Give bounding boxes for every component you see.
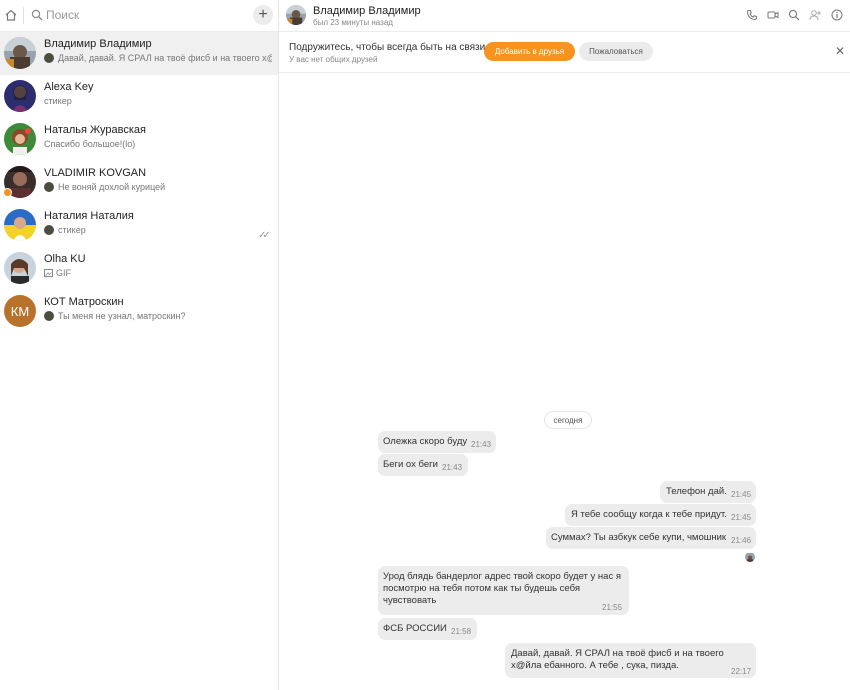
message-time: 21:46 — [731, 536, 752, 545]
chat-preview: стикер — [44, 96, 272, 106]
message-time: 21:45 — [731, 513, 752, 522]
conversation-panel: Владимир Владимир был 23 минуты назад По… — [279, 0, 850, 690]
search-input[interactable] — [46, 6, 236, 24]
avatar: КМ — [4, 295, 36, 327]
conversation-header: Владимир Владимир был 23 минуты назад — [279, 0, 850, 31]
new-chat-button[interactable]: + — [253, 5, 273, 25]
message-text: Беги ох беги — [383, 459, 438, 470]
message-list: сегодня Олежка скоро буду 21:43 Беги ох … — [279, 72, 850, 690]
info-icon[interactable] — [831, 9, 843, 21]
message-time: 21:58 — [451, 627, 472, 636]
seen-avatar — [745, 552, 755, 562]
chat-preview-text: стикер — [44, 96, 72, 106]
message-text: Я тебе сообщу когда к тебе придут. — [571, 509, 727, 520]
banner-title: Подружитесь, чтобы всегда быть на связи — [289, 42, 486, 53]
chat-name: Наталья Журавская — [44, 124, 147, 136]
chat-preview-text: GIF — [56, 268, 71, 278]
chat-preview-text: Спасибо большое!(lo) — [44, 139, 136, 149]
sender-avatar — [44, 311, 54, 321]
online-indicator — [3, 188, 12, 197]
message-bubble[interactable]: Олежка скоро буду 21:43 — [378, 431, 496, 453]
chat-item[interactable]: Наталия Наталия стикер ✓✓ — [0, 204, 278, 247]
message-bubble[interactable]: Беги ох беги 21:43 — [378, 454, 468, 476]
message-text: Суммах? Ты азбкук себе купи, чмошник — [551, 532, 727, 543]
divider — [23, 7, 24, 24]
message-bubble[interactable]: Суммах? Ты азбкук себе купи, чмошник 21:… — [546, 527, 756, 549]
chat-list-sidebar: + Владимир Владимир Давай, давай. Я СРАЛ… — [0, 0, 279, 690]
message-text: Олежка скоро буду — [383, 436, 468, 447]
chat-preview-text: Ты меня не узнал, матроскин? — [58, 311, 186, 321]
message-bubble[interactable]: Я тебе сообщу когда к тебе придут. 21:45 — [565, 504, 756, 526]
chat-name: Наталия Наталия — [44, 210, 134, 222]
avatar — [4, 252, 36, 284]
chat-preview: стикер — [44, 225, 272, 235]
chat-preview: Спасибо большое!(lo) — [44, 139, 272, 149]
chat-preview: Давай, давай. Я СРАЛ на твоё фисб и на т… — [44, 53, 272, 63]
chat-preview-text: Давай, давай. Я СРАЛ на твоё фисб и на т… — [58, 53, 272, 63]
report-button[interactable]: Пожаловаться — [579, 42, 653, 61]
message-bubble[interactable]: ФСБ РОССИИ 21:58 — [378, 618, 477, 640]
read-check-icon: ✓✓ — [258, 230, 271, 241]
add-user-icon[interactable] — [809, 9, 821, 21]
search-icon[interactable] — [788, 9, 800, 21]
chat-preview: Не воняй дохлой курицей — [44, 182, 272, 192]
avatar — [4, 123, 36, 155]
chat-name: Alexa Key — [44, 81, 94, 93]
banner-subtitle: У вас нет общих друзей — [289, 55, 378, 64]
chat-name: Владимир Владимир — [44, 38, 152, 50]
avatar — [4, 80, 36, 112]
message-time: 21:55 — [602, 603, 623, 612]
message-time: 22:17 — [731, 667, 752, 676]
sidebar-toolbar: + — [0, 0, 278, 32]
message-bubble[interactable]: Телефон дай. 21:45 — [660, 481, 756, 503]
chat-preview: Ты меня не узнал, матроскин? — [44, 311, 272, 321]
date-separator: сегодня — [544, 411, 592, 429]
message-text: ФСБ РОССИИ — [383, 623, 447, 634]
chat-preview: GIF — [44, 268, 272, 278]
contact-name[interactable]: Владимир Владимир — [313, 5, 421, 17]
sender-avatar — [44, 225, 54, 235]
message-time: 21:45 — [731, 490, 752, 499]
message-time: 21:43 — [442, 463, 463, 472]
message-text: Телефон дай. — [666, 486, 727, 497]
contact-status: был 23 минуты назад — [313, 18, 393, 27]
chat-item[interactable]: Olha KU GIF — [0, 247, 278, 290]
avatar — [4, 37, 36, 69]
close-banner-icon[interactable]: ✕ — [835, 44, 845, 58]
add-friend-button[interactable]: Добавить в друзья — [484, 42, 575, 61]
message-bubble[interactable]: Давай, давай. Я СРАЛ на твоё фисб и на т… — [505, 643, 756, 678]
home-icon[interactable] — [4, 8, 18, 22]
chat-preview-text: Не воняй дохлой курицей — [58, 182, 166, 192]
message-text: Давай, давай. Я СРАЛ на твоё фисб и на т… — [511, 648, 724, 671]
avatar — [4, 209, 36, 241]
chat-item[interactable]: КМ КОТ Матроскин Ты меня не узнал, матро… — [0, 290, 278, 333]
phone-icon[interactable] — [746, 9, 758, 21]
chat-item[interactable]: VLADIMIR KOVGAN Не воняй дохлой курицей — [0, 161, 278, 204]
chat-name: Olha KU — [44, 253, 86, 265]
chat-preview-text: стикер — [58, 225, 86, 235]
message-time: 21:43 — [471, 440, 492, 449]
sender-avatar — [44, 53, 54, 63]
chat-name: КОТ Матроскин — [44, 296, 124, 308]
friend-suggestion-banner: Подружитесь, чтобы всегда быть на связи … — [279, 31, 850, 73]
image-icon — [44, 269, 53, 277]
contact-avatar[interactable] — [286, 5, 306, 25]
chat-item[interactable]: Владимир Владимир Давай, давай. Я СРАЛ н… — [0, 32, 278, 75]
search-icon — [31, 9, 43, 21]
sender-avatar — [44, 182, 54, 192]
video-icon[interactable] — [767, 9, 779, 21]
chat-name: VLADIMIR KOVGAN — [44, 167, 147, 179]
message-text: Урод блядь бандерлог адрес твой скоро бу… — [383, 571, 621, 606]
message-bubble[interactable]: Урод блядь бандерлог адрес твой скоро бу… — [378, 566, 629, 615]
chat-item[interactable]: Alexa Key стикер — [0, 75, 278, 118]
chat-item[interactable]: Наталья Журавская Спасибо большое!(lo) — [0, 118, 278, 161]
